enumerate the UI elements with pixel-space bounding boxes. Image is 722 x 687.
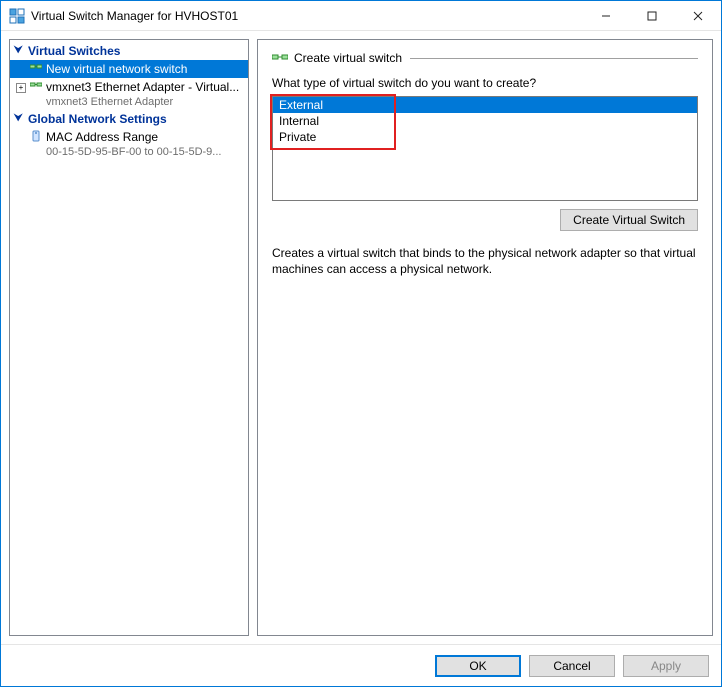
tree-section-label: Global Network Settings — [28, 112, 167, 126]
close-button[interactable] — [675, 1, 721, 30]
option-private[interactable]: Private — [273, 129, 697, 145]
apply-button[interactable]: Apply — [623, 655, 709, 677]
section-divider — [410, 58, 698, 59]
option-internal[interactable]: Internal — [273, 113, 697, 129]
section-header: Create virtual switch — [272, 50, 698, 66]
tree-item-subtext: 00-15-5D-95-BF-00 to 00-15-5D-9... — [10, 146, 248, 160]
dialog-button-bar: OK Cancel Apply — [1, 644, 721, 686]
tree-section-global-network-settings[interactable]: ⮟ Global Network Settings — [10, 110, 248, 128]
tree-item-label: MAC Address Range — [46, 130, 158, 144]
network-switch-icon — [30, 62, 42, 74]
body-area: ⮟ Virtual Switches New virtual network s… — [1, 31, 721, 644]
tree-section-label: Virtual Switches — [28, 44, 120, 58]
app-icon — [9, 8, 25, 24]
switch-type-listbox[interactable]: External Internal Private — [272, 96, 698, 201]
network-switch-icon — [30, 80, 42, 92]
content-panel: Create virtual switch What type of virtu… — [257, 39, 713, 636]
option-external[interactable]: External — [273, 97, 697, 113]
navigation-tree: ⮟ Virtual Switches New virtual network s… — [9, 39, 249, 636]
collapse-caret-icon: ⮟ — [14, 46, 23, 56]
ok-button[interactable]: OK — [435, 655, 521, 677]
tree-item-subtext: vmxnet3 Ethernet Adapter — [10, 96, 248, 110]
collapse-caret-icon: ⮟ — [14, 114, 23, 124]
window-controls — [583, 1, 721, 30]
window-title: Virtual Switch Manager for HVHOST01 — [31, 9, 583, 23]
prompt-text: What type of virtual switch do you want … — [272, 76, 698, 90]
cancel-button[interactable]: Cancel — [529, 655, 615, 677]
minimize-button[interactable] — [583, 1, 629, 30]
create-virtual-switch-button[interactable]: Create Virtual Switch — [560, 209, 698, 231]
network-switch-icon — [272, 50, 288, 66]
virtual-switch-manager-window: Virtual Switch Manager for HVHOST01 ⮟ Vi… — [0, 0, 722, 687]
tree-item-new-virtual-switch[interactable]: New virtual network switch — [10, 60, 248, 78]
tree-item-vmxnet3-adapter[interactable]: vmxnet3 Ethernet Adapter - Virtual... — [10, 78, 248, 96]
tree-item-mac-address-range[interactable]: MAC Address Range — [10, 128, 248, 146]
mac-range-icon — [30, 130, 42, 142]
switch-type-description: Creates a virtual switch that binds to t… — [272, 245, 698, 277]
tree-item-label: vmxnet3 Ethernet Adapter - Virtual... — [46, 80, 239, 94]
titlebar: Virtual Switch Manager for HVHOST01 — [1, 1, 721, 31]
tree-section-virtual-switches[interactable]: ⮟ Virtual Switches — [10, 42, 248, 60]
tree-item-label: New virtual network switch — [46, 62, 187, 76]
section-title: Create virtual switch — [294, 51, 402, 65]
maximize-button[interactable] — [629, 1, 675, 30]
